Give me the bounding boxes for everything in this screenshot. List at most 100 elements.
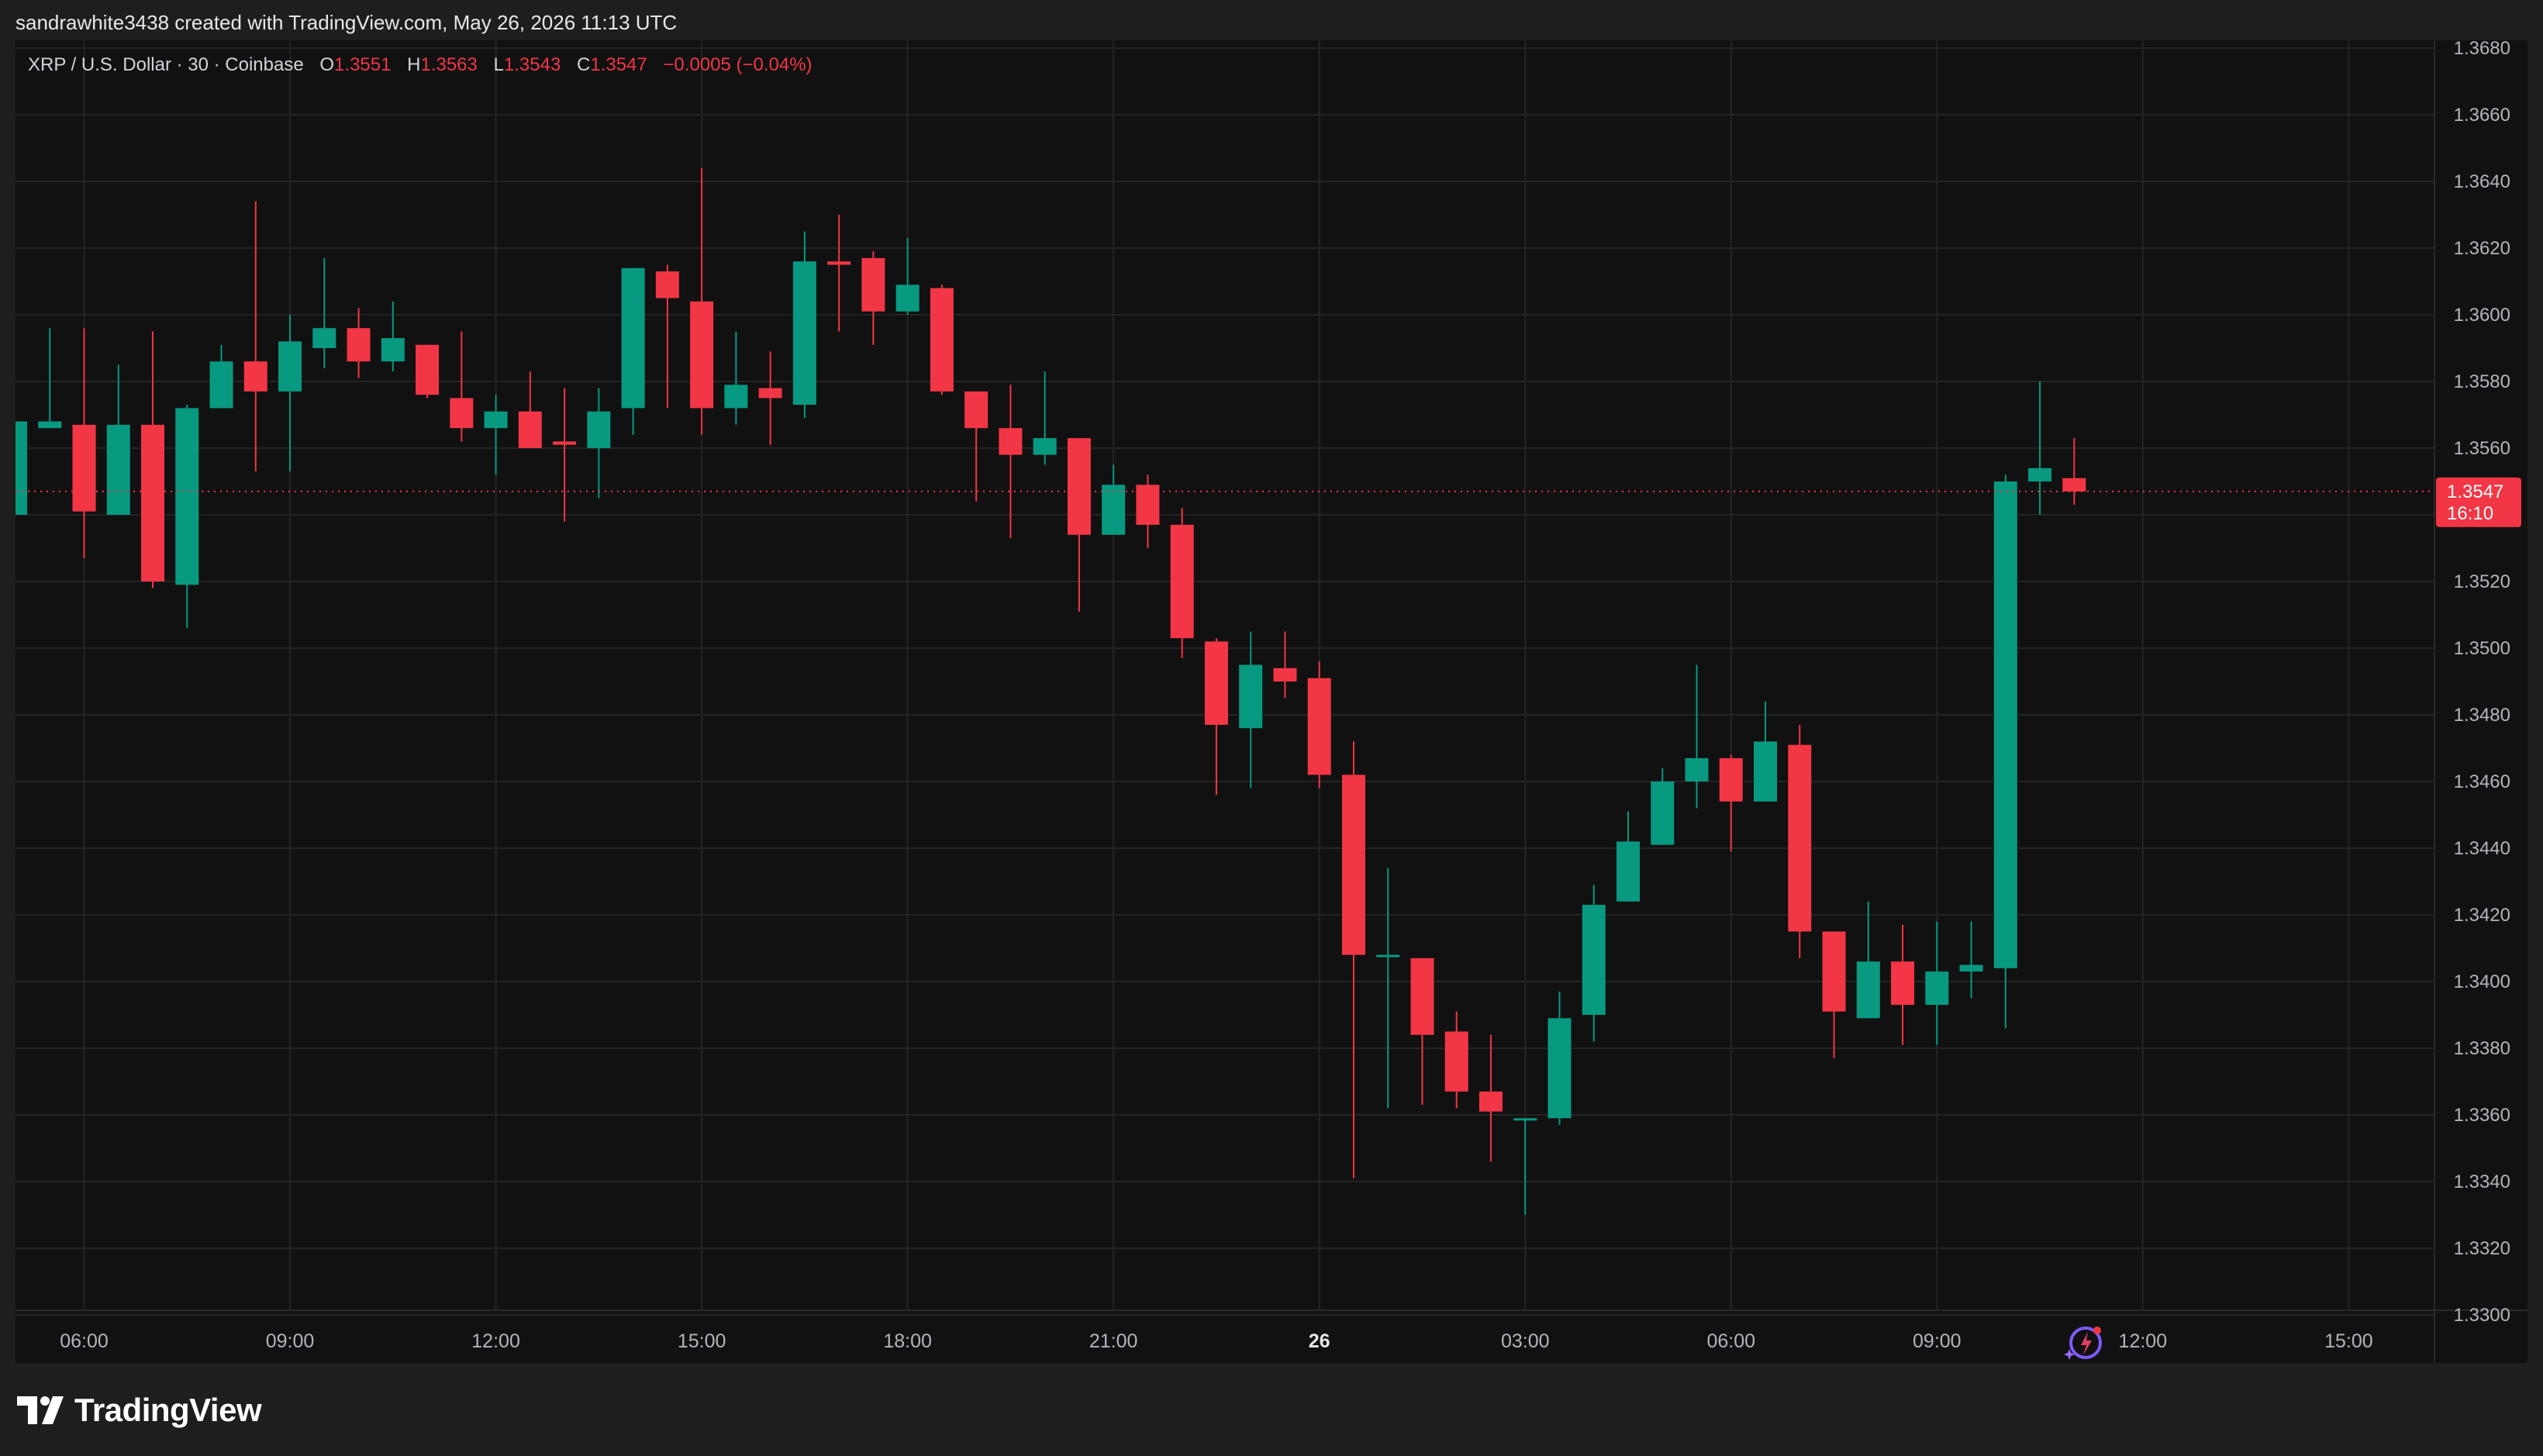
candle-body <box>347 328 371 362</box>
symbol-label[interactable]: XRP / U.S. Dollar · 30 · Coinbase <box>28 54 304 75</box>
open-value: 1.3551 <box>334 54 392 75</box>
candle-body <box>1685 757 1709 781</box>
candle-body <box>1548 1018 1572 1119</box>
candle <box>1479 1034 1503 1162</box>
candle <box>1444 1011 1468 1109</box>
price-tick-label: 1.3340 <box>2454 1171 2510 1192</box>
candle <box>930 285 954 395</box>
candle <box>1513 1118 1537 1215</box>
time-tick-label: 18:00 <box>883 1330 932 1352</box>
candle <box>518 371 542 448</box>
candle <box>1891 924 1915 1045</box>
candle-body <box>1993 481 2017 968</box>
candle-body <box>724 385 748 409</box>
candle <box>209 344 233 409</box>
price-tick-label: 1.3580 <box>2454 371 2510 392</box>
price-tick-label: 1.3640 <box>2454 171 2510 192</box>
candle-body <box>1204 641 1228 725</box>
candle <box>175 405 199 629</box>
price-tick-label: 1.3300 <box>2454 1305 2510 1326</box>
price-tick-label: 1.3520 <box>2454 571 2510 592</box>
price-tick-label: 1.3560 <box>2454 438 2510 459</box>
candle-body <box>1444 1031 1468 1092</box>
candle <box>1719 754 1743 852</box>
candle-body <box>518 411 542 448</box>
candle <box>1651 768 1675 845</box>
candle-body <box>72 424 96 512</box>
last-price-value: 1.3547 <box>2447 481 2503 502</box>
price-tick-label: 1.3680 <box>2454 40 2510 59</box>
candle <box>16 421 27 515</box>
candle-body <box>1891 961 1915 1006</box>
candle-body <box>1479 1091 1503 1112</box>
ai-assistant-icon[interactable] <box>2062 1321 2106 1363</box>
candle-body <box>312 328 336 348</box>
candle <box>38 328 62 429</box>
candle-body <box>1033 438 1057 455</box>
candle <box>1754 701 1778 802</box>
candle-body <box>655 271 679 298</box>
candle-body <box>209 361 233 409</box>
candle <box>1376 868 1400 1109</box>
candle-body <box>381 338 405 362</box>
candle-body <box>587 411 611 448</box>
candle-body <box>861 257 885 312</box>
price-tick-label: 1.3500 <box>2454 638 2510 659</box>
candle-body <box>1754 741 1778 802</box>
candle-body <box>1410 957 1434 1035</box>
candle <box>1582 885 1606 1042</box>
candle <box>1822 931 1846 1058</box>
candle <box>381 301 405 372</box>
high-value: 1.3563 <box>420 54 478 75</box>
candle <box>827 215 851 332</box>
candle-body <box>2028 468 2052 481</box>
candle <box>1993 474 2017 1029</box>
footer: TradingView <box>0 1363 2543 1456</box>
candle-body <box>1788 744 1812 932</box>
candle-body <box>1582 905 1606 1015</box>
tradingview-brand-text: TradingView <box>74 1392 262 1428</box>
candle <box>895 238 920 315</box>
time-tick-label: 09:00 <box>1913 1330 1962 1352</box>
candle-body <box>175 408 199 585</box>
chart-frame[interactable]: 1.3680 1.3660 1.3640 1.3620 1.3600 1.3580 1.35… <box>16 40 2527 1363</box>
candle-body <box>1239 664 1263 729</box>
candle <box>1925 921 1949 1045</box>
tradingview-logo[interactable]: TradingView <box>17 1392 262 1428</box>
candle-body <box>16 421 27 515</box>
time-tick-label: 12:00 <box>471 1330 520 1352</box>
candle <box>1341 741 1365 1178</box>
close-value: 1.3547 <box>590 54 647 75</box>
candle-body <box>484 411 508 429</box>
symbol-legend[interactable]: XRP / U.S. Dollar · 30 · Coinbase O1.355… <box>28 54 813 76</box>
candle-body <box>1651 781 1675 845</box>
time-tick-label: 12:00 <box>2119 1330 2168 1352</box>
change-value: −0.0005 (−0.04%) <box>663 54 813 75</box>
candle-body <box>930 288 954 392</box>
candle <box>450 331 474 442</box>
time-tick-label: 03:00 <box>1501 1330 1550 1352</box>
candle-body <box>964 391 989 429</box>
candle <box>106 364 130 515</box>
candle-body <box>827 261 851 265</box>
candle <box>1273 631 1297 699</box>
candle-body <box>278 341 302 392</box>
candle-body <box>1822 931 1846 1012</box>
candle-body <box>1617 841 1640 902</box>
candle <box>792 231 816 419</box>
candle-body <box>1170 524 1194 639</box>
candle-body <box>1273 668 1297 681</box>
candle-body <box>1513 1118 1537 1121</box>
candle-body <box>1959 964 1983 972</box>
candle <box>1307 661 1331 788</box>
open-label: O <box>319 54 335 75</box>
time-tick-label: 15:00 <box>678 1330 726 1352</box>
candle-body <box>416 344 440 395</box>
candle <box>861 251 885 345</box>
candlestick-chart[interactable]: 1.3680 1.3660 1.3640 1.3620 1.3600 1.3580 1.35… <box>16 40 2527 1363</box>
time-tick-label: 15:00 <box>2324 1330 2373 1352</box>
candle-body <box>38 421 62 429</box>
candle <box>553 388 577 522</box>
candle-body <box>1307 678 1331 775</box>
candle <box>484 395 508 475</box>
